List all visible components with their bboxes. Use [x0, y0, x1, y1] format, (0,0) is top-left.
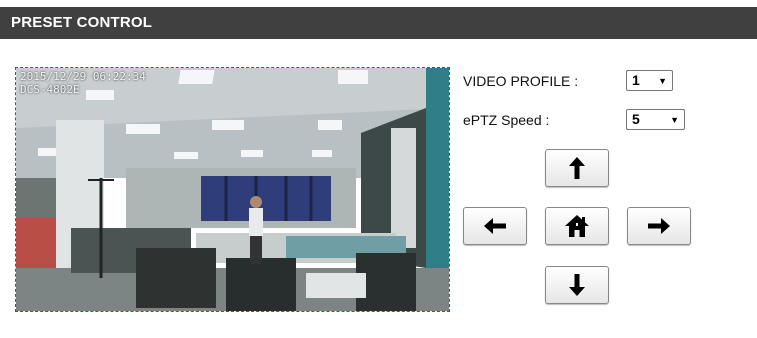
- home-icon: [565, 215, 589, 237]
- video-profile-select[interactable]: 1 ▼: [626, 70, 673, 91]
- pan-right-button[interactable]: [627, 207, 691, 245]
- eptz-speed-label: ePTZ Speed :: [463, 112, 550, 128]
- dropdown-arrow-icon: ▼: [670, 115, 679, 125]
- live-video-view[interactable]: 2015/12/29 06:22:34 DCS-4802E: [15, 67, 450, 312]
- arrow-right-icon: [648, 218, 670, 234]
- video-profile-label: VIDEO PROFILE :: [463, 73, 579, 89]
- section-header: PRESET CONTROL: [0, 7, 757, 39]
- pan-left-button[interactable]: [463, 207, 527, 245]
- arrow-up-icon: [569, 157, 585, 179]
- video-timestamp: 2015/12/29 06:22:34: [20, 70, 146, 83]
- eptz-speed-select[interactable]: 5 ▼: [626, 109, 685, 130]
- dropdown-arrow-icon: ▼: [658, 76, 667, 86]
- arrow-left-icon: [484, 218, 506, 234]
- home-button[interactable]: [545, 207, 609, 245]
- section-title: PRESET CONTROL: [11, 14, 153, 31]
- camera-frame: [16, 68, 449, 311]
- arrow-down-icon: [569, 274, 585, 296]
- video-profile-value: 1: [632, 72, 640, 88]
- video-osd: 2015/12/29 06:22:34 DCS-4802E: [20, 70, 146, 96]
- eptz-speed-value: 5: [632, 111, 640, 127]
- pan-up-button[interactable]: [545, 149, 609, 187]
- pan-down-button[interactable]: [545, 266, 609, 304]
- camera-model: DCS-4802E: [20, 83, 80, 96]
